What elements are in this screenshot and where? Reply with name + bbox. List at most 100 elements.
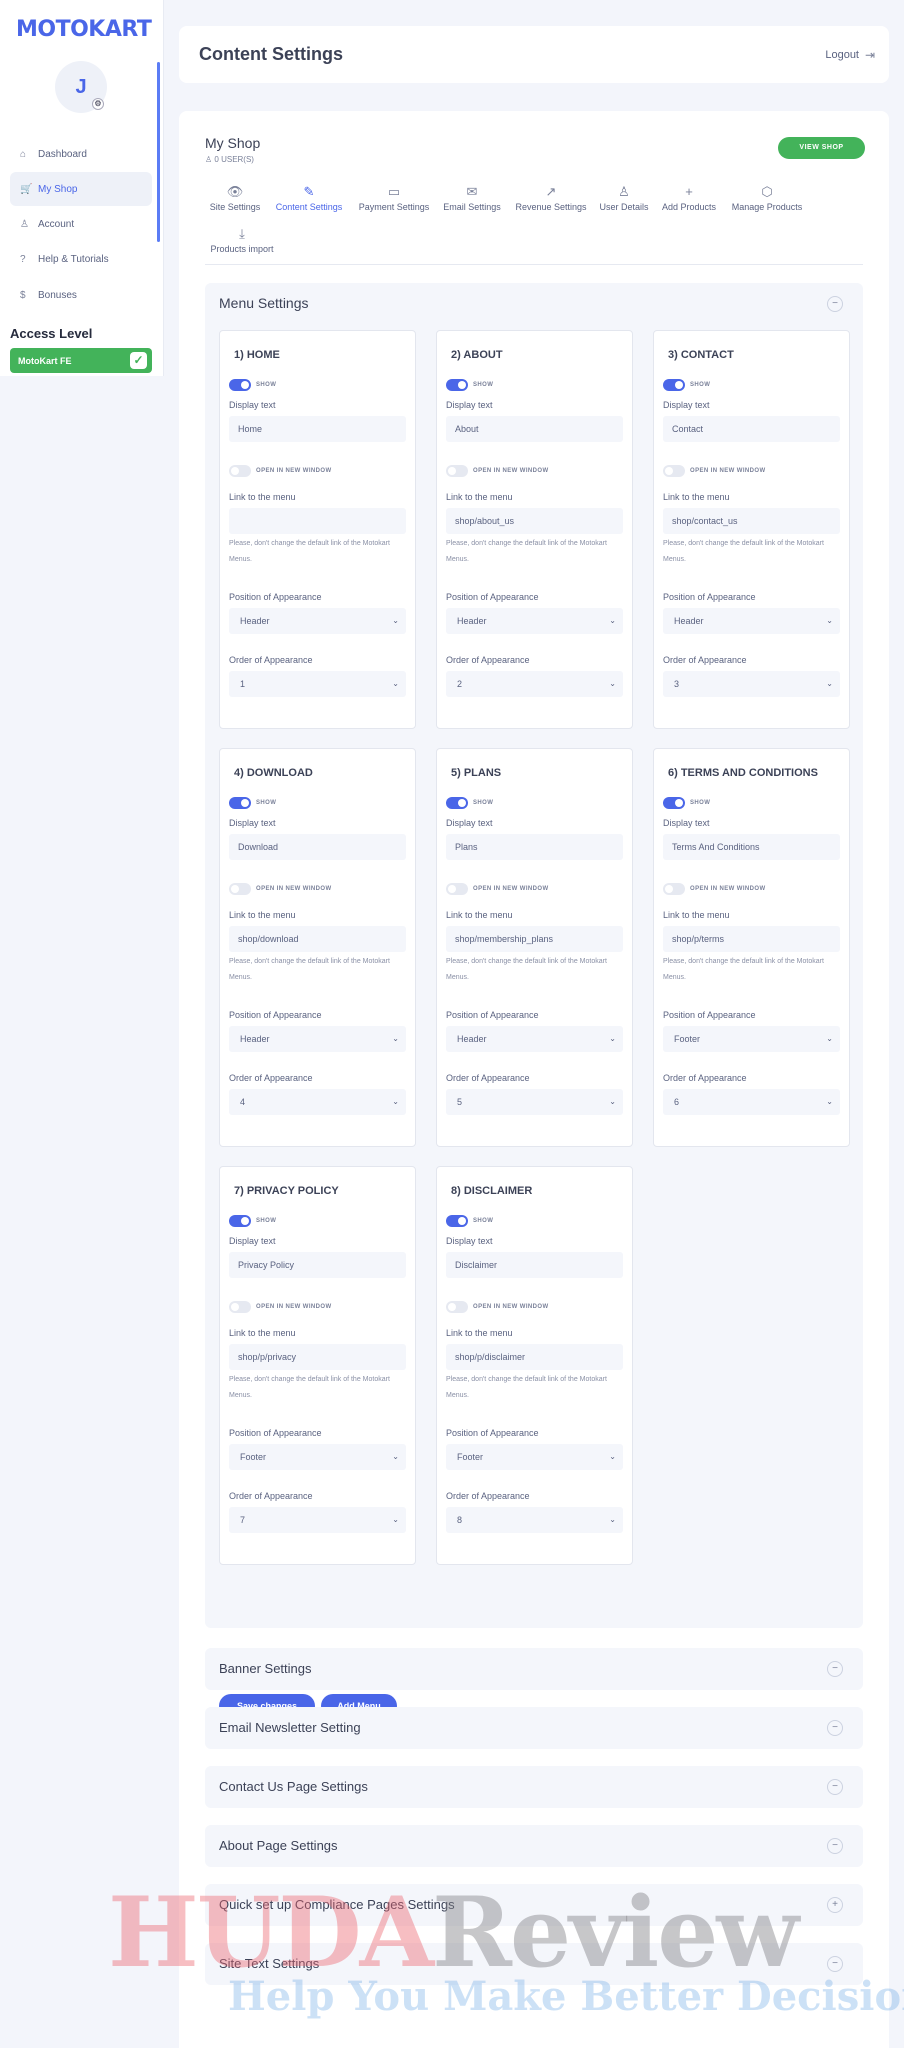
tab-manage-products[interactable]: ⬡ Manage Products <box>727 184 807 212</box>
collapse-icon[interactable]: − <box>827 1661 843 1677</box>
section-email-newsletter[interactable]: Email Newsletter Setting − <box>205 1707 863 1749</box>
new-window-toggle[interactable] <box>446 465 468 477</box>
link-input[interactable]: shop/membership_plans <box>446 926 623 952</box>
order-select[interactable]: 1 ⌄ <box>229 671 406 697</box>
sidebar-item-bonuses[interactable]: $ Bonuses <box>10 278 152 312</box>
new-window-toggle[interactable] <box>663 883 685 895</box>
section-contact-page[interactable]: Contact Us Page Settings − <box>205 1766 863 1808</box>
position-select[interactable]: Header ⌄ <box>229 1026 406 1052</box>
new-window-toggle[interactable] <box>663 465 685 477</box>
access-level-badge[interactable]: MotoKart FE ✓ <box>10 348 152 373</box>
position-select[interactable]: Footer ⌄ <box>446 1444 623 1470</box>
order-select[interactable]: 2 ⌄ <box>446 671 623 697</box>
chevron-down-icon: ⌄ <box>392 1097 399 1106</box>
tab-email-settings[interactable]: ✉ Email Settings <box>439 184 505 212</box>
order-select[interactable]: 4 ⌄ <box>229 1089 406 1115</box>
tab-payment-settings[interactable]: ▭ Payment Settings <box>354 184 434 212</box>
expand-icon[interactable]: + <box>827 1897 843 1913</box>
display-text-label: Display text <box>229 400 276 410</box>
link-input[interactable]: shop/contact_us <box>663 508 840 534</box>
motokart-logo[interactable]: MOTOKART <box>16 17 152 42</box>
link-input[interactable] <box>229 508 406 534</box>
order-label: Order of Appearance <box>229 655 313 665</box>
sidebar-item-my-shop[interactable]: 🛒 My Shop <box>10 172 152 206</box>
tab-label: Manage Products <box>731 202 803 212</box>
menu-card-title: 7) PRIVACY POLICY <box>234 1185 339 1197</box>
collapse-icon[interactable]: − <box>827 1956 843 1972</box>
show-toggle[interactable] <box>229 379 251 391</box>
display-text-input[interactable]: Disclaimer <box>446 1252 623 1278</box>
tab-content-settings[interactable]: ✎ Content Settings <box>271 184 347 212</box>
settings-icon[interactable]: ⚙ <box>92 98 104 110</box>
display-text-input[interactable]: Contact <box>663 416 840 442</box>
collapse-icon[interactable]: − <box>827 1838 843 1854</box>
position-select[interactable]: Header ⌄ <box>446 608 623 634</box>
position-select[interactable]: Header ⌄ <box>229 608 406 634</box>
order-select[interactable]: 8 ⌄ <box>446 1507 623 1533</box>
show-toggle[interactable] <box>663 379 685 391</box>
logout-icon[interactable]: ⇥ <box>865 48 875 62</box>
new-window-toggle[interactable] <box>229 883 251 895</box>
new-window-toggle[interactable] <box>229 1301 251 1313</box>
new-window-toggle[interactable] <box>446 883 468 895</box>
new-window-label: OPEN IN NEW WINDOW <box>256 886 332 892</box>
display-text-input[interactable]: Home <box>229 416 406 442</box>
order-select[interactable]: 5 ⌄ <box>446 1089 623 1115</box>
chevron-down-icon: ⌄ <box>392 616 399 625</box>
link-input[interactable]: shop/p/disclaimer <box>446 1344 623 1370</box>
link-hint: Please, don't change the default link of… <box>663 958 824 981</box>
chevron-down-icon: ⌄ <box>609 616 616 625</box>
sidebar-item-account[interactable]: ♙ Account <box>10 207 152 241</box>
display-text-input[interactable]: Plans <box>446 834 623 860</box>
collapse-menu-settings-button[interactable]: − <box>827 296 843 312</box>
chevron-down-icon: ⌄ <box>826 616 833 625</box>
show-toggle[interactable] <box>229 1215 251 1227</box>
show-toggle[interactable] <box>446 1215 468 1227</box>
link-hint: Please, don't change the default link of… <box>229 1376 390 1399</box>
show-toggle[interactable] <box>446 797 468 809</box>
show-toggle[interactable] <box>663 797 685 809</box>
link-input[interactable]: shop/download <box>229 926 406 952</box>
tab-add-products[interactable]: + Add Products <box>658 184 720 212</box>
link-input[interactable]: shop/about_us <box>446 508 623 534</box>
show-toggle[interactable] <box>446 379 468 391</box>
sidebar-scrollbar[interactable] <box>157 62 160 242</box>
tab-user-details[interactable]: ♙ User Details <box>596 184 652 212</box>
order-select[interactable]: 3 ⌄ <box>663 671 840 697</box>
view-shop-button[interactable]: VIEW SHOP <box>778 137 865 159</box>
position-select[interactable]: Footer ⌄ <box>663 1026 840 1052</box>
sidebar-item-dashboard[interactable]: ⌂ Dashboard <box>10 137 152 171</box>
sidebar-item-label: My Shop <box>38 183 78 195</box>
show-toggle[interactable] <box>229 797 251 809</box>
order-label: Order of Appearance <box>229 1073 313 1083</box>
display-text-input[interactable]: Download <box>229 834 406 860</box>
order-select[interactable]: 6 ⌄ <box>663 1089 840 1115</box>
new-window-toggle[interactable] <box>446 1301 468 1313</box>
logout-link[interactable]: Logout <box>825 49 859 61</box>
section-title: Email Newsletter Setting <box>219 1720 361 1735</box>
section-about-page[interactable]: About Page Settings − <box>205 1825 863 1867</box>
order-value: 5 <box>457 1097 463 1107</box>
order-label: Order of Appearance <box>663 655 747 665</box>
link-hint: Please, don't change the default link of… <box>446 1376 607 1399</box>
position-select[interactable]: Header ⌄ <box>446 1026 623 1052</box>
display-text-input[interactable]: Privacy Policy <box>229 1252 406 1278</box>
position-select[interactable]: Header ⌄ <box>663 608 840 634</box>
collapse-icon[interactable]: − <box>827 1720 843 1736</box>
display-text-input[interactable]: About <box>446 416 623 442</box>
section-banner-settings[interactable]: Banner Settings − <box>205 1648 863 1690</box>
tab-site-settings[interactable]: 👁 Site Settings <box>205 184 265 212</box>
tab-products-import[interactable]: ⤓ Products import <box>205 226 279 254</box>
collapse-icon[interactable]: − <box>827 1779 843 1795</box>
position-select[interactable]: Footer ⌄ <box>229 1444 406 1470</box>
menu-card-title: 1) HOME <box>234 349 280 361</box>
tab-revenue-settings[interactable]: ↗ Revenue Settings <box>511 184 591 212</box>
display-text-input[interactable]: Terms And Conditions <box>663 834 840 860</box>
link-input[interactable]: shop/p/terms <box>663 926 840 952</box>
avatar[interactable]: J ⚙ <box>55 61 107 113</box>
order-select[interactable]: 7 ⌄ <box>229 1507 406 1533</box>
link-input[interactable]: shop/p/privacy <box>229 1344 406 1370</box>
sidebar-item-help[interactable]: ? Help & Tutorials <box>10 242 152 276</box>
new-window-toggle[interactable] <box>229 465 251 477</box>
chevron-down-icon: ⌄ <box>609 679 616 688</box>
